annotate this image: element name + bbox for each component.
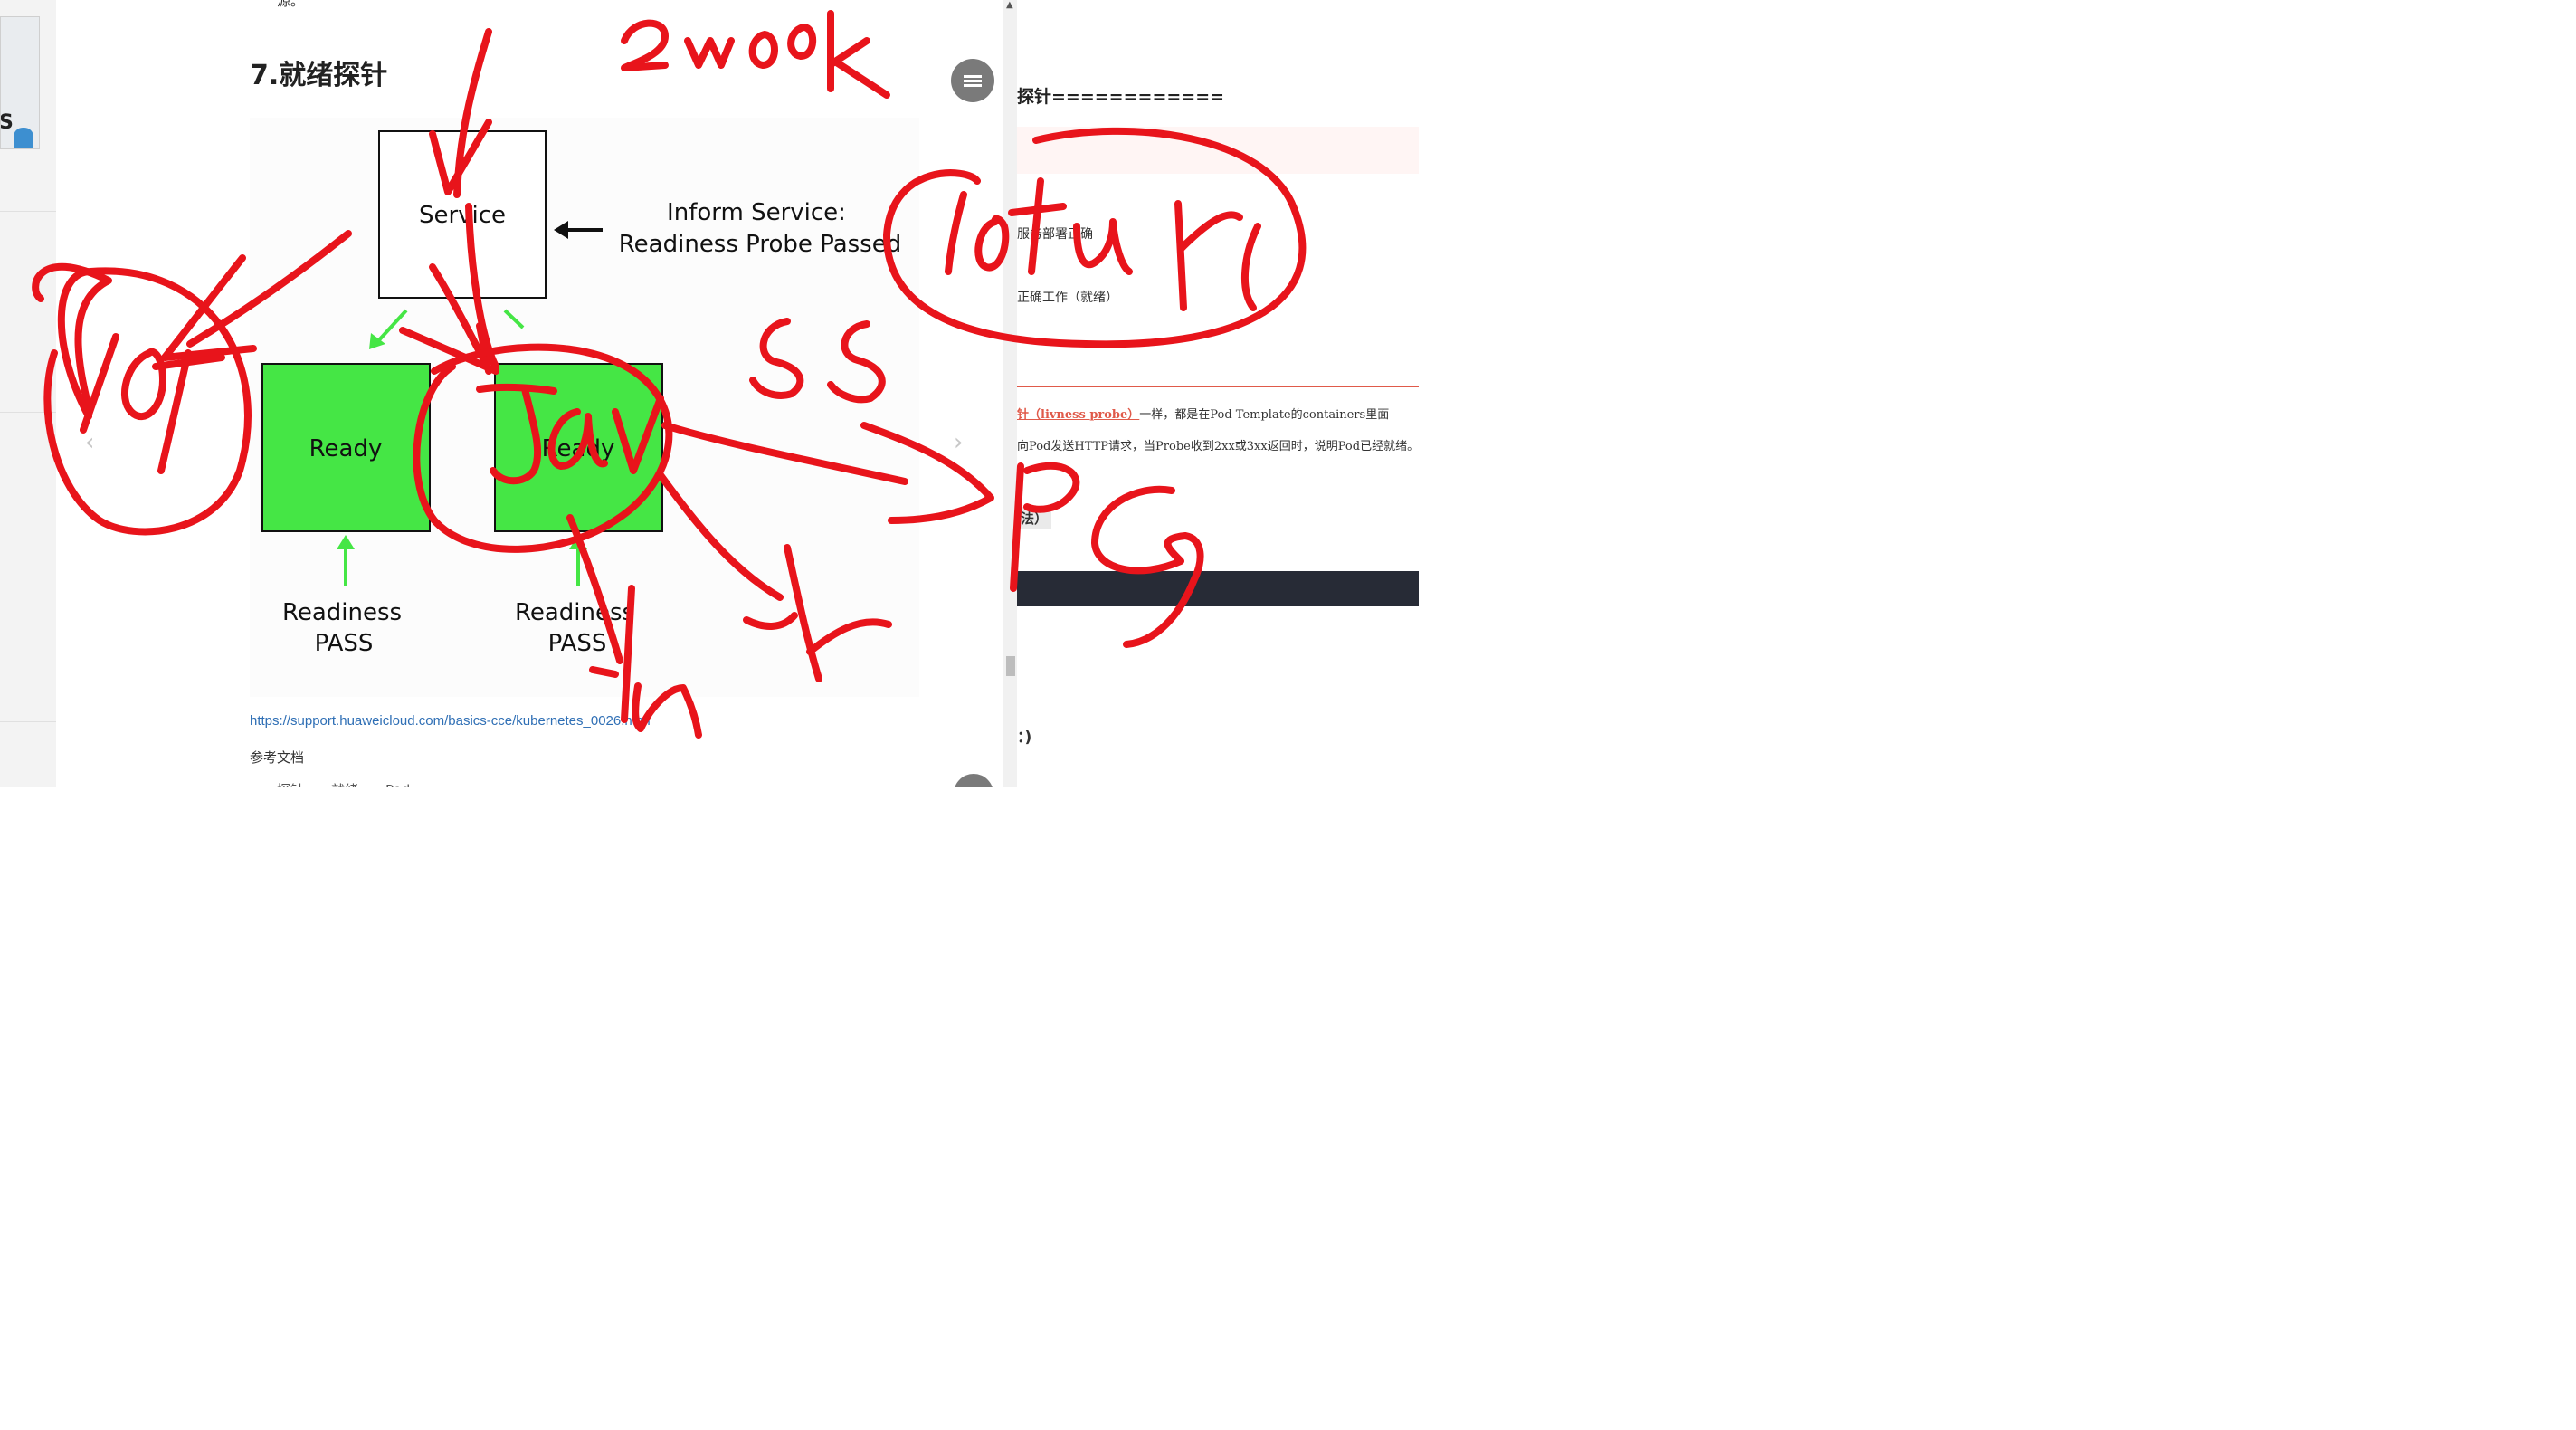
inform-line-1: Inform Service: [667, 199, 846, 226]
service-to-pod2-arrow [503, 309, 525, 329]
highlighted-term: 针（livness probe） [1017, 408, 1140, 422]
paragraph-1-rest: 一样，都是在Pod Template的containers里面 [1139, 408, 1390, 422]
rail-divider [0, 211, 56, 212]
previous-text-fragment: 源。 [277, 0, 305, 9]
section-rule [1017, 386, 1419, 387]
readiness-probe-diagram: Service Inform Service: Readiness Probe … [250, 118, 919, 697]
rail-divider [0, 721, 56, 722]
pod2-label: Ready [542, 435, 615, 462]
menu-button[interactable] [951, 59, 994, 102]
service-to-pod1-arrow [375, 309, 408, 345]
reference-doc-label: 参考文档 [250, 749, 305, 766]
right-line-1: 服务部署正确 [1017, 227, 1093, 242]
inform-arrowhead [554, 221, 568, 239]
code-block [1017, 571, 1419, 606]
scroll-up-arrow-icon[interactable]: ▲ [1006, 0, 1013, 10]
thumbnail-rail: S [0, 0, 57, 787]
right-subheading-2: ：) [1017, 729, 1032, 747]
chevron-right-icon[interactable]: › [954, 429, 963, 456]
page-thumbnail[interactable]: S [0, 16, 40, 149]
quote-block [1017, 127, 1419, 174]
probe1-line-1: Readiness [282, 599, 402, 626]
right-paragraph-1: 针（livness probe）一样，都是在Pod Template的conta… [1017, 405, 1389, 422]
scrollbar-thumb[interactable] [1006, 656, 1015, 676]
probe1-arrowhead [337, 535, 355, 549]
probe2-line-2: PASS [548, 630, 607, 657]
probe2-arrowhead [569, 535, 587, 549]
right-heading: 探针============ [1017, 87, 1225, 107]
right-subheading: 法） [1017, 507, 1052, 529]
probe2-line-1: Readiness [515, 599, 634, 626]
probe1-line-2: PASS [315, 630, 374, 657]
rail-divider [0, 412, 56, 413]
cut-off-paragraph: ……探针……就绪……Pod…… [250, 780, 437, 787]
chevron-left-icon[interactable]: ‹ [85, 429, 94, 456]
inform-line-2: Readiness Probe Passed [619, 231, 901, 258]
service-label: Service [419, 202, 506, 229]
section-heading: 7.就绪探针 [250, 60, 388, 91]
thumbnail-logo: S [0, 111, 14, 134]
right-document-pane: 探针============ 服务部署正确 正确工作（就绪） 针（livness… [1017, 0, 1419, 787]
menu-icon [964, 73, 982, 89]
right-line-2: 正确工作（就绪） [1017, 291, 1118, 305]
article-pane: 源。 7.就绪探针 Service Inform Service: Readin… [56, 0, 1003, 787]
reference-link[interactable]: https://support.huaweicloud.com/basics-c… [250, 713, 651, 729]
gopher-mascot-icon [14, 128, 33, 148]
right-paragraph-2: 向Pod发送HTTP请求，当Probe收到2xx或3xx返回时，说明Pod已经就… [1017, 440, 1419, 453]
scroll-button[interactable] [954, 774, 993, 787]
pod1-label: Ready [309, 435, 383, 462]
